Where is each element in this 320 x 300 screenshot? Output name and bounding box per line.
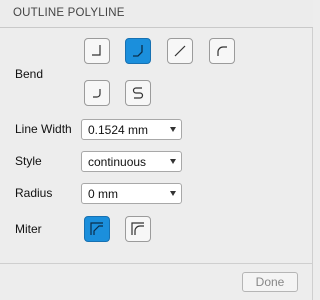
bend-option-diagonal[interactable] xyxy=(167,38,193,64)
radius-label: Radius xyxy=(15,186,53,200)
panel-header: OUTLINE POLYLINE xyxy=(0,0,313,28)
radius-value: 0 mm xyxy=(88,187,118,201)
miter-sharp-icon xyxy=(90,222,103,235)
bend-arc-icon xyxy=(217,46,227,56)
bend-label: Bend xyxy=(15,67,44,81)
bend-option-90[interactable] xyxy=(84,38,110,64)
footer-divider xyxy=(0,263,313,264)
line-width-select[interactable]: 0.1524 mm xyxy=(81,119,182,140)
miter-option-sharp[interactable] xyxy=(84,216,110,242)
done-button[interactable]: Done xyxy=(242,272,298,292)
bend-option-45-corner[interactable] xyxy=(125,38,151,64)
chevron-down-icon xyxy=(170,191,176,196)
bend-45-corner-icon xyxy=(133,45,143,57)
chevron-down-icon xyxy=(170,159,176,164)
style-label: Style xyxy=(15,154,42,168)
miter-round-icon xyxy=(131,222,144,235)
line-width-value: 0.1524 mm xyxy=(88,123,149,137)
panel-title: OUTLINE POLYLINE xyxy=(13,7,125,19)
chevron-down-icon xyxy=(170,127,176,132)
line-width-label: Line Width xyxy=(15,122,72,136)
miter-option-round[interactable] xyxy=(125,216,151,242)
style-value: continuous xyxy=(88,155,147,169)
bend-round-corner-icon xyxy=(93,89,101,98)
outline-polyline-panel: OUTLINE POLYLINE Bend Line Width 0.1524 … xyxy=(0,0,313,300)
style-select[interactable]: continuous xyxy=(81,151,182,172)
radius-select[interactable]: 0 mm xyxy=(81,183,182,204)
bend-option-s-curve[interactable] xyxy=(125,80,151,106)
bend-option-arc[interactable] xyxy=(209,38,235,64)
bend-option-round-corner[interactable] xyxy=(84,80,110,106)
miter-label: Miter xyxy=(15,222,42,236)
bend-s-curve-icon xyxy=(132,87,144,99)
bend-90-icon xyxy=(92,45,101,56)
bend-diagonal-icon xyxy=(174,45,186,57)
